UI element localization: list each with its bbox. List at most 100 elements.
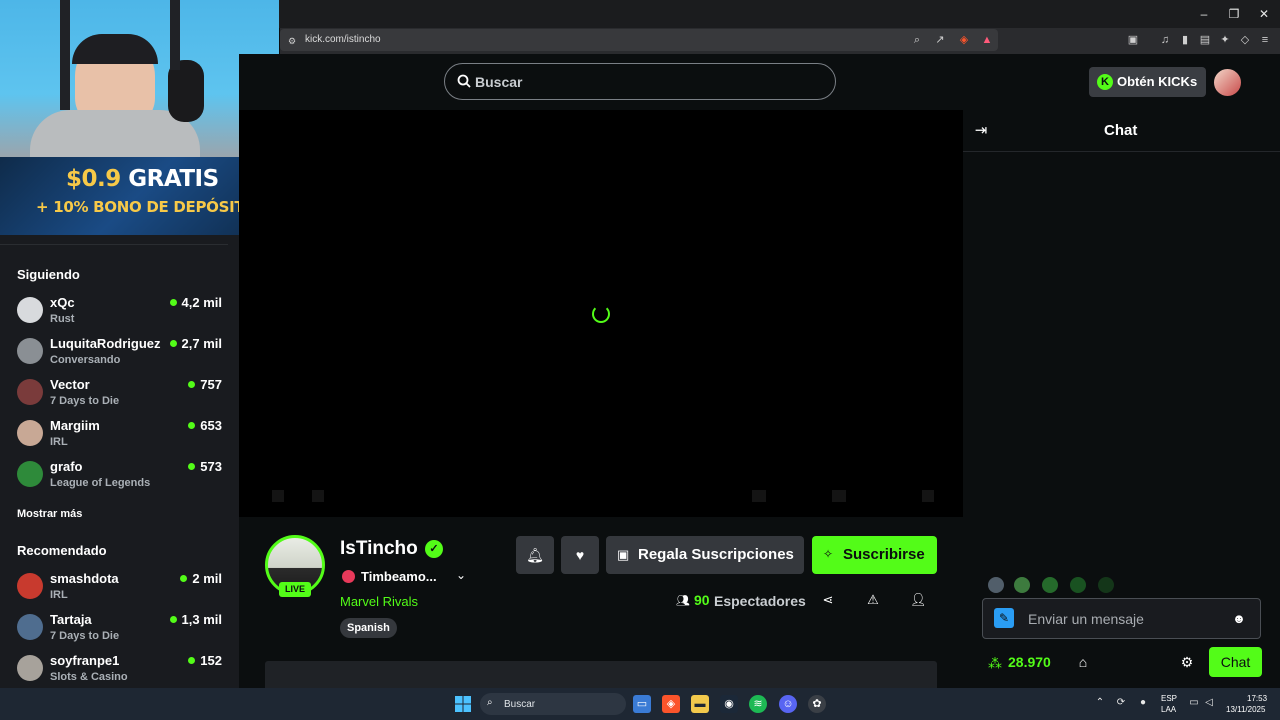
theater-icon[interactable] [832,490,846,502]
site-settings-icon[interactable]: ⚙ [285,34,299,48]
emote-icon[interactable] [988,577,1004,593]
player-controls[interactable] [239,485,963,509]
viewer-count: 653 [188,418,222,433]
streamer-category: IRL [50,436,68,448]
sidebar-item-soyfranpe1[interactable]: soyfranpe1 Slots & Casino 152 [0,653,222,687]
brave-app-icon[interactable]: ◈ [662,695,680,713]
language-tag[interactable]: Spanish [340,618,397,638]
close-icon[interactable]: ✕ [1249,5,1279,23]
user-settings-icon[interactable]: 👤︎ [910,592,927,608]
settings-icon[interactable] [922,490,934,502]
sidebar-item-smashdota[interactable]: smashdota IRL 2 mil [0,571,222,611]
search-icon: ⌕ [487,697,493,708]
sidebar-item-luquitarodriguez[interactable]: LuquitaRodriguez Conversando 2,7 mil [0,336,222,376]
chat-settings-icon[interactable]: ⚙ [1178,653,1196,671]
gift-icon: ▣ [617,547,630,562]
streamer-category: Conversando [50,354,121,366]
clock-date[interactable]: 13/11/2025 [1226,705,1265,714]
channel-name[interactable]: IsTincho [340,538,418,560]
promo-headline: $0.9 GRATIS [66,166,219,192]
leo-ai-icon[interactable]: ✦ [1218,33,1232,47]
follow-button[interactable]: ♥ [561,536,599,574]
clock-time[interactable]: 17:53 [1247,694,1267,703]
stream-category-link[interactable]: Marvel Rivals [340,594,418,609]
chevron-down-icon[interactable]: ⌄ [453,567,469,583]
notifications-button[interactable]: 🔔︎ [516,536,554,574]
windows-start-icon[interactable] [455,696,471,712]
url-text[interactable]: kick.com/istincho [305,34,381,45]
live-dot-icon [169,299,177,306]
webcam-overlay [0,0,279,157]
share-icon[interactable]: ↗ [933,33,947,47]
report-icon[interactable]: ⚠ [865,592,881,608]
emote-icon[interactable] [1042,577,1058,593]
streamer-name: xQc [50,295,75,310]
streamer-category: League of Legends [50,477,151,489]
wallet-icon[interactable]: ▤ [1198,33,1212,47]
sidebar-item-xqc[interactable]: xQc Rust 4,2 mil [0,295,222,335]
stream-category-dot-icon [342,570,355,583]
restore-icon[interactable]: ❐ [1219,5,1249,23]
store-icon[interactable]: ⌂ [1074,653,1092,671]
emoji-icon[interactable]: ☻ [1231,611,1247,627]
keyboard-layout[interactable]: LAA [1161,705,1176,714]
folder-app-icon[interactable]: ▬ [691,695,709,713]
emote-icon[interactable] [1098,577,1114,593]
sync-icon[interactable]: ⟳ [1115,697,1127,709]
live-dot-icon [169,340,177,347]
viewer-count: 2,7 mil [169,336,222,351]
get-kicks-label: Obtén KICKs [1117,74,1198,89]
live-dot-icon [188,657,196,664]
spotify-app-icon[interactable]: ≋ [749,695,767,713]
sidebar-item-margiim[interactable]: Margiim IRL 653 [0,418,222,458]
user-avatar[interactable] [1212,67,1243,98]
sidebar-toggle-icon[interactable]: ▣ [1126,33,1140,47]
send-chat-button[interactable]: Chat [1209,647,1262,677]
taskbar-search-label: Buscar [504,699,536,710]
address-bar[interactable] [280,29,998,51]
emote-icon[interactable] [1014,577,1030,593]
steam-app-icon[interactable]: ◉ [720,695,738,713]
app-icon[interactable]: ✿ [808,695,826,713]
share-icon[interactable]: ⋖ [820,592,836,608]
taskbar-search[interactable] [480,693,626,715]
guitar-neck-right [170,0,180,70]
speaker-icon[interactable]: ◁ [1203,697,1215,709]
emote-icon[interactable] [1070,577,1086,593]
streamer-category: Slots & Casino [50,671,128,683]
live-dot-icon [188,463,196,470]
chat-identity-icon[interactable]: ✎ [994,608,1014,628]
reader-icon[interactable]: ▮ [1178,33,1192,47]
streamer-name: smashdota [50,571,119,586]
music-icon[interactable]: ♫ [1158,33,1172,47]
explorer-app-icon[interactable]: ▭ [633,695,651,713]
vpn-icon[interactable]: ◇ [1238,33,1252,47]
viewer-count: 90 [694,592,710,608]
discord-app-icon[interactable]: ☺ [779,695,797,713]
sidebar-item-grafo[interactable]: grafo League of Legends 573 [0,459,222,499]
channel-points-icon[interactable]: ⁂ [988,655,1004,671]
live-dot-icon [180,575,188,582]
menu-icon[interactable]: ≡ [1258,33,1272,47]
collapse-chat-icon[interactable]: ⇥ [972,122,990,140]
sidebar-item-vector[interactable]: Vector 7 Days to Die 757 [0,377,222,417]
search-placeholder: Buscar [475,74,523,90]
minimize-icon[interactable]: – [1189,5,1219,23]
channel-points[interactable]: 28.970 [1008,654,1051,670]
brave-shield-icon[interactable]: ◈ [957,33,971,47]
viewers-icon: 👥︎ [676,595,690,607]
volume-icon[interactable] [312,490,324,502]
microphone-icon[interactable]: ● [1137,697,1149,709]
zoom-icon[interactable]: ⌕ [910,33,924,47]
network-icon[interactable]: ▭ [1188,697,1200,709]
chevron-up-icon[interactable]: ⌃ [1094,697,1106,709]
show-more-link[interactable]: Mostrar más [17,508,82,520]
clip-icon[interactable] [752,490,766,502]
play-icon[interactable] [272,490,284,502]
rewards-icon[interactable]: ▲ [980,33,994,47]
sidebar-item-tartaja[interactable]: Tartaja 7 Days to Die 1,3 mil [0,612,222,652]
guitar-neck-left [60,0,70,110]
streamer-category: IRL [50,589,68,601]
keyboard-language[interactable]: ESP [1161,694,1177,703]
viewer-count: 1,3 mil [169,612,222,627]
